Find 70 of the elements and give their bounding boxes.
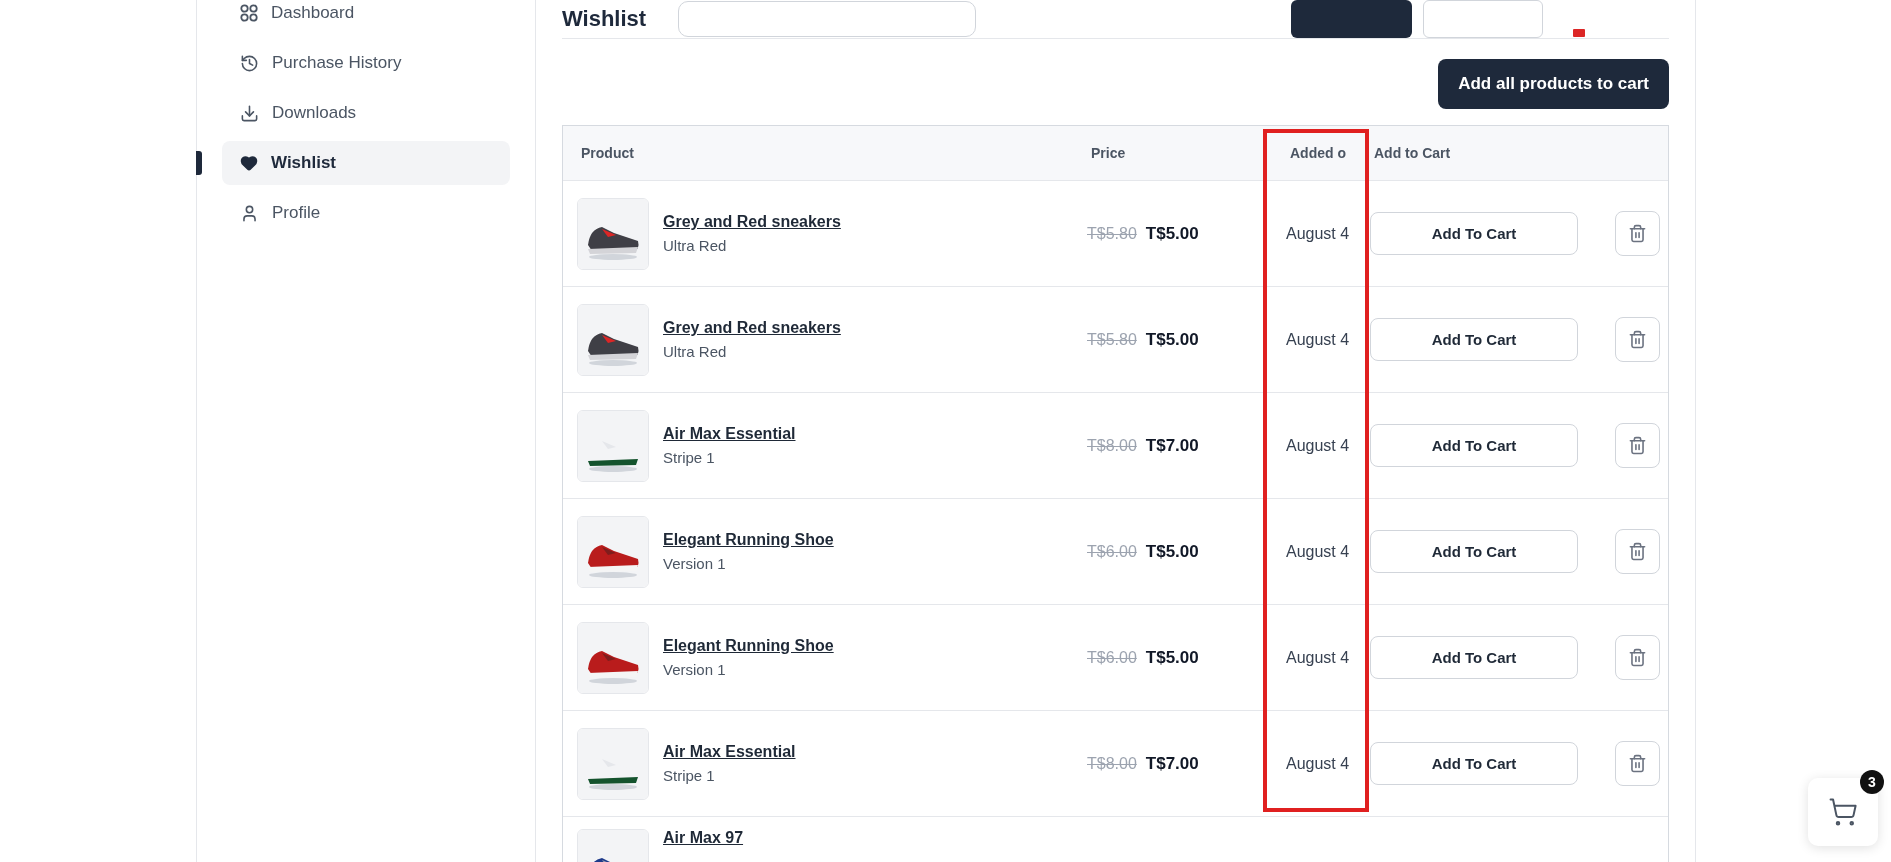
product-link[interactable]: Grey and Red sneakers [663,213,841,231]
sidebar-item[interactable]: Profile [222,191,510,235]
price: T$7.00 [1145,435,1199,456]
history-icon [240,53,259,73]
variant-text: Version 1 [663,555,727,572]
sidebar-item[interactable]: Purchase History [222,41,510,85]
old-price: T$5.80 [1087,330,1137,349]
sidebar-item[interactable]: Dashboard [222,0,510,35]
grid-icon [240,4,258,22]
trash-icon [1628,542,1647,561]
trash-icon [1628,436,1647,455]
price: T$5.00 [1145,223,1199,244]
cart-button[interactable] [1808,778,1878,846]
delete-button[interactable] [1615,635,1660,680]
search-field[interactable] [678,1,976,37]
add-all-to-cart-button[interactable]: Add all products to cart [1438,59,1669,109]
variant-text: Version 1 [663,661,727,678]
old-price: T$8.00 [1087,754,1137,773]
column-header: Added o [1290,145,1347,161]
trash-icon [1628,330,1647,349]
added-date: August 4 [1286,754,1351,773]
product-link[interactable]: Grey and Red sneakers [663,319,841,337]
added-date: August 4 [1286,648,1351,667]
variant-text: Ultra Red [663,237,728,254]
heart-icon [240,154,258,172]
column-header: Product [581,145,635,161]
old-price: T$6.00 [1087,542,1137,561]
added-date: August 4 [1286,542,1351,561]
product-link[interactable]: Air Max Essential [663,743,796,761]
product-link[interactable]: Elegant Running Shoe [663,531,834,549]
download-icon [240,103,259,123]
old-price: T$8.00 [1087,436,1137,455]
added-date: August 4 [1286,330,1351,349]
sidebar-item[interactable]: Downloads [222,91,510,135]
trash-icon [1628,754,1647,773]
add-to-cart-button[interactable]: Add To Cart [1370,212,1578,255]
delete-button[interactable] [1615,317,1660,362]
column-header: Add to Cart [1374,145,1452,161]
price: T$7.00 [1145,753,1199,774]
variant-text: Stripe 1 [663,449,716,466]
price: T$5.00 [1145,329,1199,350]
active-indicator [196,151,202,175]
add-to-cart-button[interactable]: Add To Cart [1370,424,1578,467]
product-link[interactable]: Air Max Essential [663,425,796,443]
column-header: Price [1091,145,1127,161]
old-price: T$6.00 [1087,648,1137,667]
page-title: Wishlist [562,6,648,32]
add-to-cart-button[interactable]: Add To Cart [1370,636,1578,679]
add-to-cart-button[interactable]: Add To Cart [1370,318,1578,361]
sidebar-item[interactable]: Wishlist [222,141,510,185]
price: T$5.00 [1145,647,1199,668]
variant-text: Stripe 1 [663,767,716,784]
added-date: August 4 [1286,436,1351,455]
cart-count: 3 [1860,770,1884,794]
added-date: August 4 [1286,224,1351,243]
delete-button[interactable] [1615,741,1660,786]
product-link[interactable]: Elegant Running Shoe [663,637,834,655]
add-to-cart-button[interactable]: Add To Cart [1370,530,1578,573]
delete-button[interactable] [1615,211,1660,256]
price: T$5.00 [1145,541,1199,562]
old-price: T$5.80 [1087,224,1137,243]
delete-button[interactable] [1615,423,1660,468]
user-icon [240,203,259,223]
variant-text: Ultra Red [663,343,728,360]
product-link[interactable]: Air Max 97 [663,829,744,847]
trash-icon [1628,648,1647,667]
delete-button[interactable] [1615,529,1660,574]
trash-icon [1628,224,1647,243]
add-to-cart-button[interactable]: Add To Cart [1370,742,1578,785]
cart-icon [1828,797,1858,827]
